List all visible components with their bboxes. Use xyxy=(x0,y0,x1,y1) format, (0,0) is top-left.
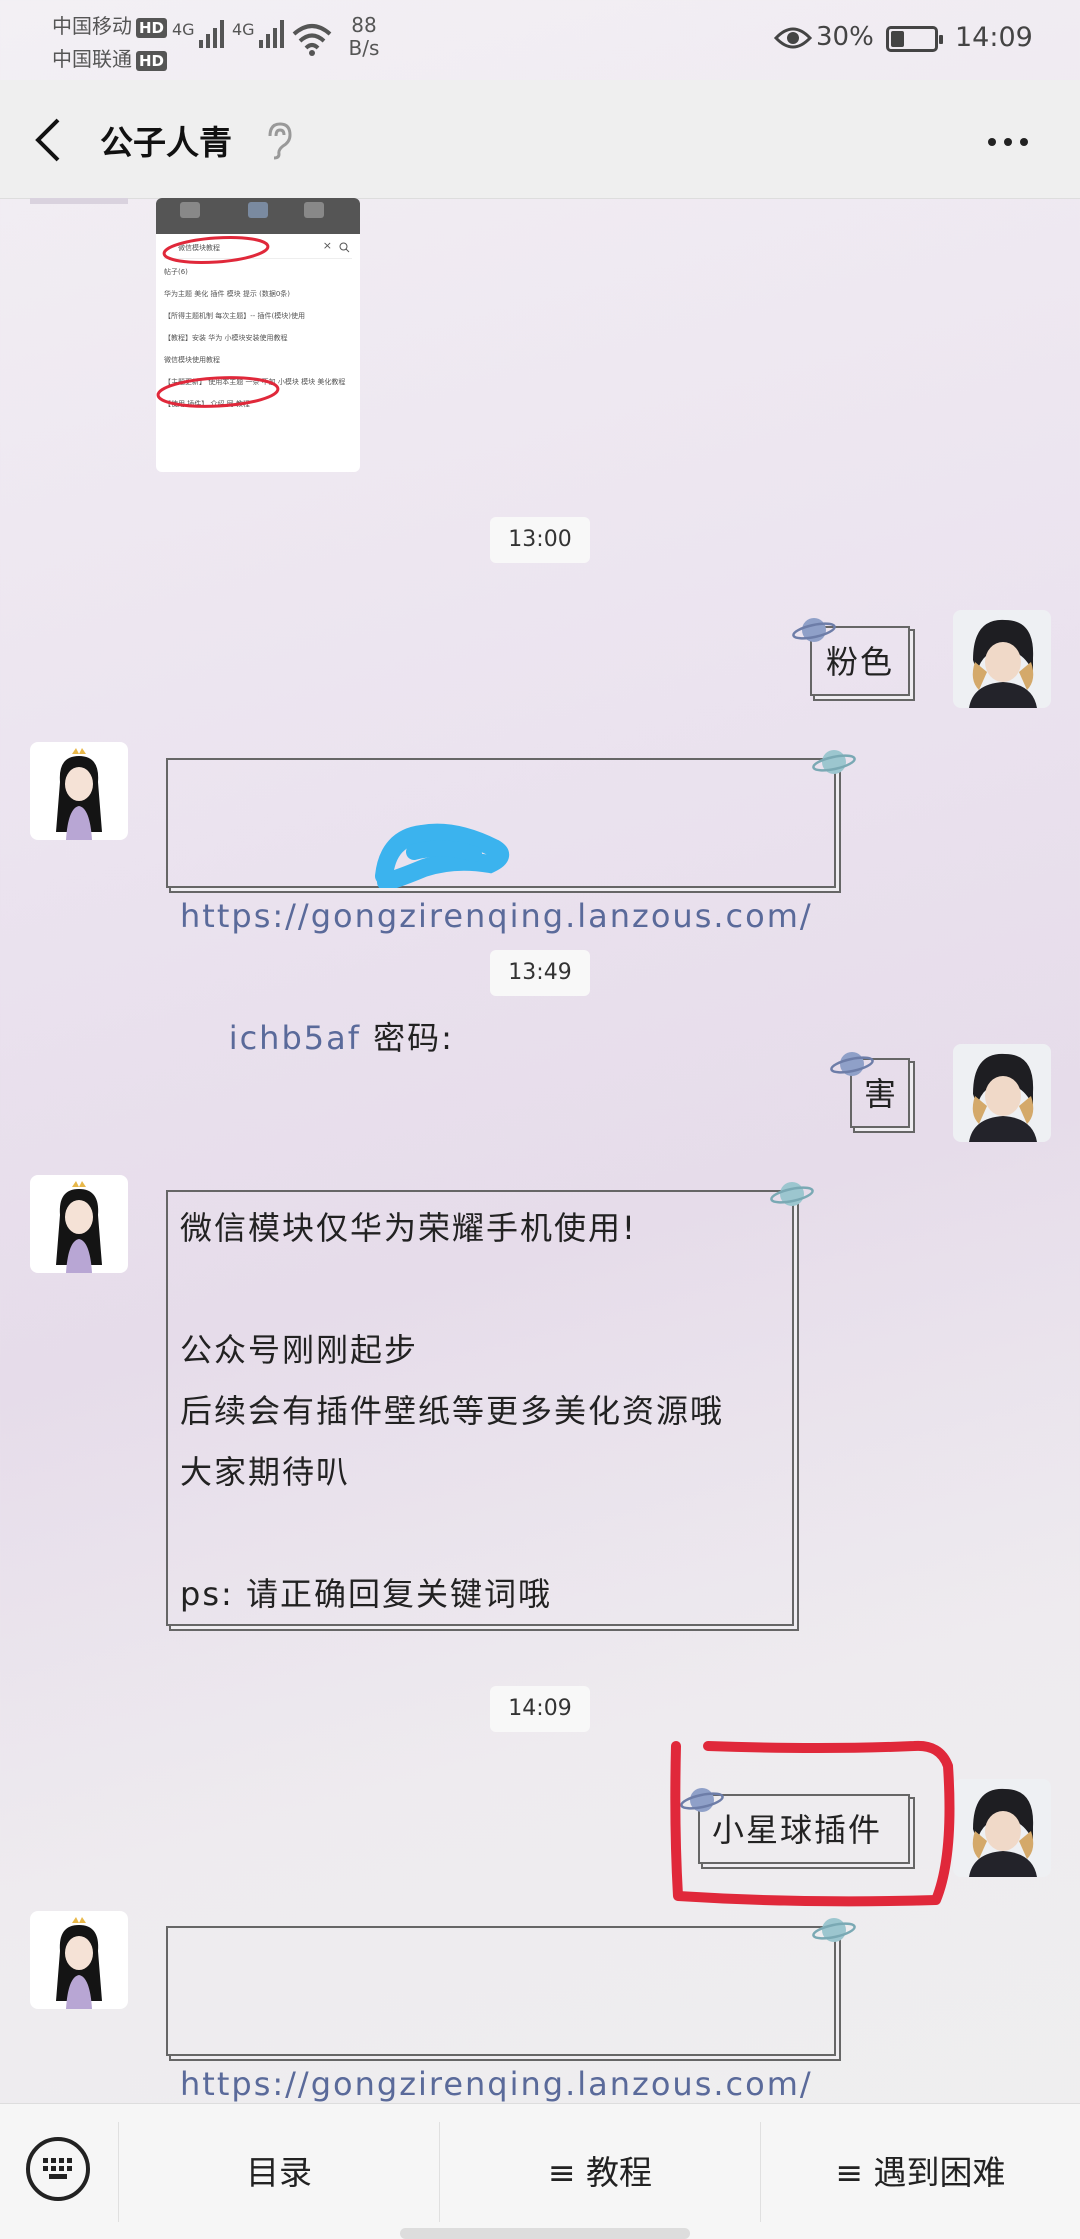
timestamp-3: 14:09 xyxy=(490,1686,590,1732)
carrier-1: 中国移动 HD xyxy=(52,10,168,39)
carrier-1-label: 中国移动 xyxy=(52,14,132,38)
bot-avatar-3[interactable] xyxy=(30,1911,128,2009)
bottom-menu: 目录 ≡ 教程 ≡ 遇到困难 xyxy=(0,2103,1080,2239)
link-1-part1[interactable]: https://gongzirenqing.lanzous.com/ xyxy=(180,897,813,935)
menu-item-tutorial[interactable]: ≡ 教程 xyxy=(440,2146,760,2194)
battery-percent: 30% xyxy=(816,22,874,52)
avatar-user-icon xyxy=(953,1779,1051,1877)
status-bar: 中国移动 HD 中国联通 HD 4G 4G 88 B/s 30% 14:09 xyxy=(0,0,1080,80)
planet-icon xyxy=(812,750,856,774)
link-2-part1[interactable]: https://gongzirenqing.lanzous.com/ xyxy=(180,2065,813,2103)
red-circle-annotations xyxy=(156,235,280,408)
network-speed-value: 88 xyxy=(351,13,377,37)
keyboard-icon xyxy=(43,2158,72,2179)
my-avatar-1[interactable] xyxy=(953,610,1051,708)
network-type-2: 4G xyxy=(232,20,255,39)
nav-bar: 公子人青 xyxy=(0,80,1080,199)
battery-icon xyxy=(886,26,943,52)
wifi-icon xyxy=(292,24,332,56)
status-time: 14:09 xyxy=(955,22,1033,53)
hd-badge-1: HD xyxy=(136,18,168,38)
bot-avatar-2[interactable] xyxy=(30,1175,128,1273)
menu-item-catalog[interactable]: 目录 xyxy=(119,2146,439,2194)
planet-icon xyxy=(770,1182,814,1206)
avatar-partial xyxy=(30,198,128,204)
back-arrow-icon[interactable] xyxy=(34,118,64,162)
bot-message-text[interactable]: 微信模块仅华为荣耀手机使用! 公众号刚刚起步 后续会有插件壁纸等更多美化资源哦 … xyxy=(166,1190,794,1626)
my-avatar-2[interactable] xyxy=(953,1044,1051,1142)
my-avatar-3[interactable] xyxy=(953,1779,1051,1877)
signal-bars-1-icon xyxy=(198,20,224,48)
hd-badge-2: HD xyxy=(136,51,168,71)
red-highlight-annotation xyxy=(670,1740,955,1907)
keyboard-toggle-button[interactable] xyxy=(26,2137,90,2201)
scribble-redaction xyxy=(375,823,509,888)
network-type-1: 4G xyxy=(172,20,195,39)
planet-icon xyxy=(812,1918,856,1942)
bot-message-text-body: 微信模块仅华为荣耀手机使用! 公众号刚刚起步 后续会有插件壁纸等更多美化资源哦 … xyxy=(180,1209,725,1613)
timestamp-2: 13:49 xyxy=(490,950,590,996)
carrier-2: 中国联通 HD xyxy=(52,43,168,72)
link-1-part2[interactable]: ichb5af xyxy=(229,1019,361,1057)
more-icon[interactable] xyxy=(988,138,1028,146)
network-speed-unit: B/s xyxy=(348,36,380,60)
password-label-1: 密码: xyxy=(373,1019,454,1057)
ear-icon[interactable] xyxy=(262,120,294,160)
home-indicator[interactable] xyxy=(400,2228,690,2239)
carrier-2-label: 中国联通 xyxy=(52,47,132,71)
signal-bars-2-icon xyxy=(258,20,284,48)
menu-item-help[interactable]: ≡ 遇到困难 xyxy=(761,2146,1080,2194)
timestamp-1: 13:00 xyxy=(490,517,590,563)
chat-title: 公子人青 xyxy=(100,123,232,162)
bot-avatar-1[interactable] xyxy=(30,742,128,840)
avatar-girl-icon xyxy=(30,742,128,840)
shared-screenshot[interactable]: 微信模块教程 × 帖子(6) 华为主题 美化 插件 模块 提示 (数据0条) 【所得… xyxy=(156,198,360,472)
eye-icon xyxy=(774,27,812,49)
planet-icon xyxy=(830,1052,874,1076)
avatar-user-icon xyxy=(953,1044,1051,1142)
avatar-girl-icon xyxy=(30,1175,128,1273)
signal-2: 4G xyxy=(232,20,284,48)
avatar-user-icon xyxy=(953,610,1051,708)
network-speed: 88 B/s xyxy=(344,14,384,60)
planet-icon xyxy=(792,618,836,642)
avatar-girl-icon xyxy=(30,1911,128,2009)
signal-1: 4G xyxy=(172,20,224,48)
battery-fill xyxy=(891,31,904,47)
bot-message-link-2[interactable]: https://gongzirenqing.lanzous.com/ icq08… xyxy=(166,1926,836,2225)
